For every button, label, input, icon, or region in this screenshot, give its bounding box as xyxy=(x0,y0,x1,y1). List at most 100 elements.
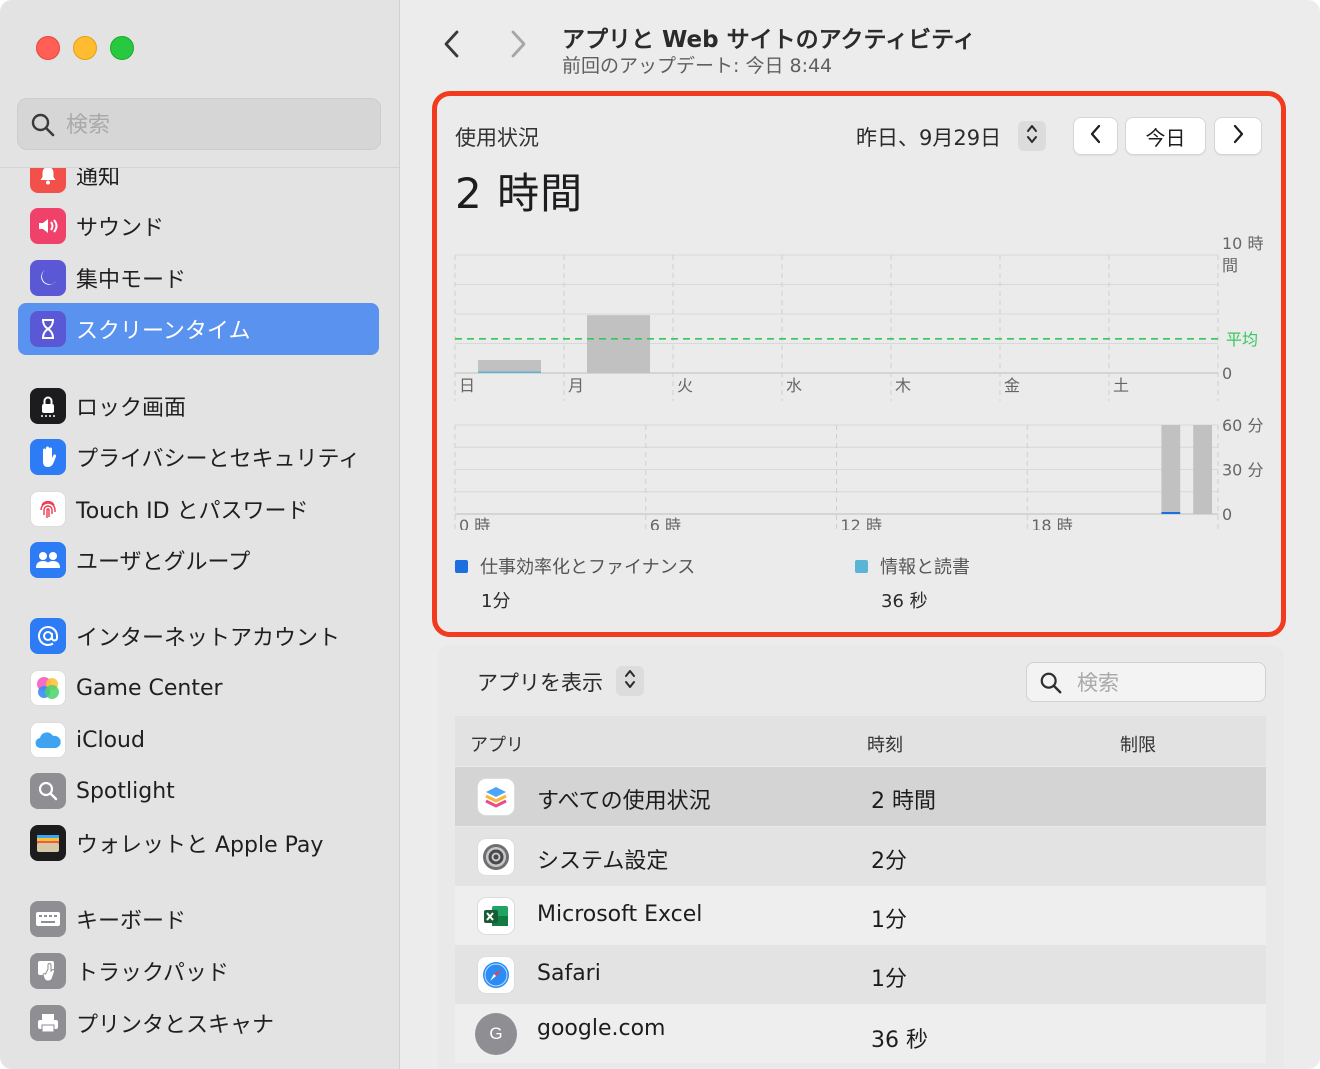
sidebar-item-printers[interactable]: プリンタとスキャナ xyxy=(18,997,379,1049)
sidebar-search[interactable] xyxy=(17,98,381,150)
usage-charts: 平均日 月 火 水 木 金 土 10 時間 0 0 時 6 時 12 時 18 時 60 分 30 分 0 xyxy=(454,234,1263,530)
y-tick-label: 60 分 xyxy=(1222,416,1263,435)
legend-swatch xyxy=(855,559,868,573)
spotlight-icon xyxy=(30,773,66,809)
y-tick-label: 10 時 xyxy=(1222,234,1263,253)
column-header-limit[interactable]: 制限 xyxy=(1120,731,1156,757)
hand-icon xyxy=(30,439,66,475)
sidebar-item-game-center[interactable]: Game Center xyxy=(18,662,379,714)
wallet-icon xyxy=(30,825,66,861)
trackpad-icon xyxy=(30,953,66,989)
next-day-button[interactable] xyxy=(1214,117,1262,155)
date-stepper[interactable] xyxy=(1018,121,1046,151)
sidebar-item-spotlight[interactable]: Spotlight xyxy=(18,765,379,817)
chevron-left-icon xyxy=(442,29,462,63)
page-subtitle: 前回のアップデート: 今日 8:44 xyxy=(562,55,833,77)
hour-label: 12 時 xyxy=(841,516,882,530)
column-header-time[interactable]: 時刻 xyxy=(867,731,903,757)
table-row[interactable]: Safari 1分 xyxy=(455,945,1266,1004)
sidebar-item-internet-accounts[interactable]: インターネットアカウント xyxy=(18,610,379,662)
usage-total: 2 時間 xyxy=(455,169,584,218)
y-tick-label: 0 xyxy=(1222,364,1232,383)
weekly-bar xyxy=(587,315,650,373)
stack-icon xyxy=(477,778,515,816)
keyboard-icon xyxy=(30,901,66,937)
search-icon xyxy=(30,112,56,142)
hour-label: 0 時 xyxy=(459,516,490,530)
previous-day-button[interactable] xyxy=(1073,117,1118,155)
day-label: 木 xyxy=(895,376,911,395)
hourly-bar xyxy=(1161,425,1181,514)
hour-label: 6 時 xyxy=(650,516,681,530)
forward-button[interactable] xyxy=(500,28,536,64)
settings-window: 通知 サウンド 集中モード スクリーンタイム xyxy=(0,0,1320,1069)
day-label: 火 xyxy=(677,376,693,395)
minimize-window-button[interactable] xyxy=(73,36,97,60)
sidebar-item-focus[interactable]: 集中モード xyxy=(18,252,379,304)
moon-icon xyxy=(30,260,66,296)
table-row[interactable]: すべての使用状況 2 時間 xyxy=(455,767,1266,826)
chevron-left-icon xyxy=(1089,123,1103,150)
day-label: 土 xyxy=(1113,376,1129,395)
chevron-right-icon xyxy=(1231,123,1245,150)
sidebar-item-privacy[interactable]: プライバシーとセキュリティ xyxy=(18,431,379,483)
y-tick-label: 30 分 xyxy=(1222,461,1263,480)
day-label: 金 xyxy=(1004,376,1020,395)
compass-icon xyxy=(477,956,515,994)
fingerprint-icon xyxy=(30,491,66,527)
sidebar-search-input[interactable] xyxy=(66,107,366,143)
gear-icon xyxy=(477,838,515,876)
page-title: アプリと Web サイトのアクティビティ xyxy=(562,27,976,53)
bell-icon xyxy=(30,168,66,193)
sidebar-item-icloud[interactable]: iCloud xyxy=(18,714,379,766)
legend-swatch xyxy=(455,559,468,573)
today-button[interactable]: 今日 xyxy=(1125,117,1206,155)
weekly-bar-segment xyxy=(478,371,541,373)
users-icon xyxy=(30,542,66,578)
sidebar-item-wallet[interactable]: ウォレットと Apple Pay xyxy=(18,817,379,869)
apps-search-input[interactable] xyxy=(1077,667,1257,699)
google-icon: G xyxy=(475,1013,517,1055)
show-apps-stepper[interactable] xyxy=(616,666,644,696)
legend-item-productivity: 仕事効率化とファイナンス xyxy=(455,553,695,579)
sidebar-item-touch-id[interactable]: Touch ID とパスワード xyxy=(18,483,379,535)
sidebar-item-screen-time[interactable]: スクリーンタイム xyxy=(18,303,379,355)
table-row[interactable]: システム設定 2分 xyxy=(455,827,1266,886)
close-window-button[interactable] xyxy=(36,36,60,60)
sidebar-item-sound[interactable]: サウンド xyxy=(18,200,379,252)
at-icon xyxy=(30,618,66,654)
speaker-icon xyxy=(30,208,66,244)
average-label: 平均 xyxy=(1226,330,1258,349)
column-header-app[interactable]: アプリ xyxy=(470,731,524,757)
apps-search[interactable] xyxy=(1026,662,1266,702)
sidebar-list: 通知 サウンド 集中モード スクリーンタイム ロック画面 プライバシーとセキュリ… xyxy=(0,168,399,1069)
sidebar-item-lock-screen[interactable]: ロック画面 xyxy=(18,380,379,432)
usage-label: 使用状況 xyxy=(455,126,539,150)
show-apps-selector[interactable]: アプリを表示 xyxy=(477,667,603,697)
sidebar-item-notifications[interactable]: 通知 xyxy=(18,168,379,201)
day-label: 日 xyxy=(459,376,475,395)
table-row[interactable]: G google.com 36 秒 xyxy=(455,1004,1266,1063)
search-icon xyxy=(1039,671,1063,699)
sidebar-item-trackpad[interactable]: トラックパッド xyxy=(18,945,379,997)
hourly-bar-segment xyxy=(1161,512,1181,514)
hourly-bar xyxy=(1193,425,1212,514)
y-tick-label: 0 xyxy=(1222,505,1232,524)
legend-item-reading: 情報と読書 xyxy=(855,553,970,579)
hourglass-icon xyxy=(30,311,66,347)
printer-icon xyxy=(30,1005,66,1041)
hour-label: 18 時 xyxy=(1031,516,1072,530)
legend-value-productivity: 1分 xyxy=(481,591,511,612)
date-selector[interactable]: 昨日、9月29日 xyxy=(856,122,1001,152)
lock-icon xyxy=(30,388,66,424)
table-row[interactable]: Microsoft Excel 1分 xyxy=(455,886,1266,945)
zoom-window-button[interactable] xyxy=(110,36,134,60)
sidebar-item-keyboard[interactable]: キーボード xyxy=(18,893,379,945)
sidebar: 通知 サウンド 集中モード スクリーンタイム xyxy=(0,0,400,1069)
weekly-bar xyxy=(478,360,541,373)
legend-value-reading: 36 秒 xyxy=(881,591,928,612)
sidebar-item-users-groups[interactable]: ユーザとグループ xyxy=(18,534,379,586)
day-label: 水 xyxy=(786,376,802,395)
back-button[interactable] xyxy=(434,28,470,64)
chevron-up-down-icon xyxy=(1025,122,1039,150)
